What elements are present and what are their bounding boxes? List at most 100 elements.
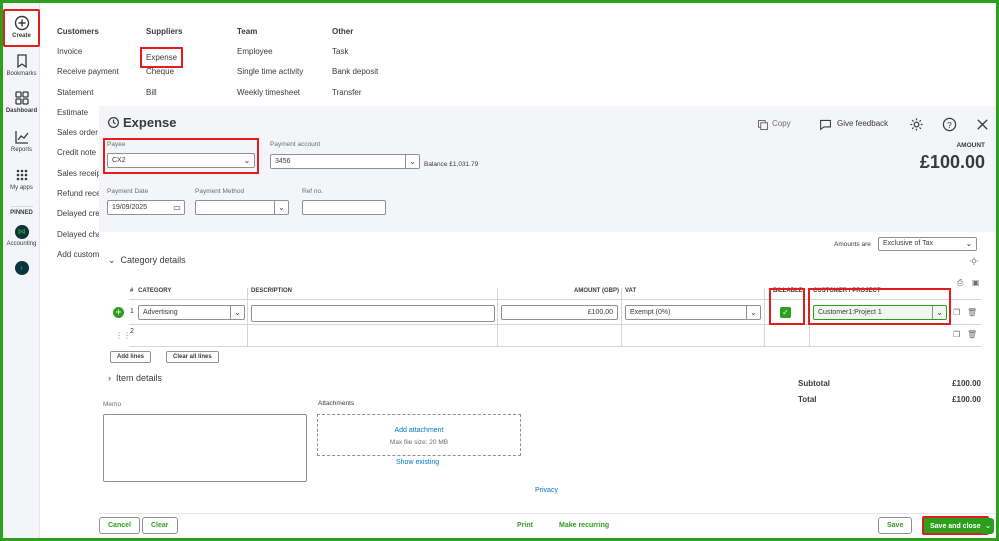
category-details-toggle[interactable]: ⌄ Category details bbox=[108, 255, 186, 266]
amount-input[interactable]: £100.00 bbox=[501, 305, 618, 320]
payment-account-label: Payment account bbox=[270, 141, 321, 148]
rail-my-apps[interactable]: My apps bbox=[3, 167, 40, 191]
rail-accounting[interactable]: ⋈ Accounting bbox=[3, 225, 40, 247]
pinned-heading: PINNED bbox=[10, 210, 33, 216]
copy-row-icon[interactable]: ❐ bbox=[953, 308, 960, 317]
col-header-vat: VAT bbox=[625, 288, 637, 294]
payment-date-label: Payment Date bbox=[107, 188, 149, 195]
table-col-rule bbox=[497, 288, 498, 346]
menu-item-single-time-activity[interactable]: Single time activity bbox=[237, 67, 303, 87]
attachment-dropzone[interactable]: Add attachment Max file size: 20 MB bbox=[317, 414, 521, 456]
menu-heading-team: Team bbox=[237, 27, 258, 36]
copy-row-icon[interactable]: ❐ bbox=[953, 330, 960, 339]
rail-bookmarks[interactable]: Bookmarks bbox=[3, 53, 40, 77]
save-and-close-button[interactable]: Save and close bbox=[922, 516, 989, 535]
table-row-rule bbox=[129, 346, 981, 347]
rail-pinned-app[interactable]: › bbox=[3, 261, 40, 275]
menu-col-other: Other Task Bank deposit Transfer bbox=[332, 27, 378, 108]
rail-dashboard[interactable]: Dashboard bbox=[3, 90, 40, 114]
amounts-are-label: Amounts are bbox=[834, 241, 871, 248]
copy-button[interactable]: Copy bbox=[772, 119, 791, 128]
give-feedback-button[interactable]: Give feedback bbox=[837, 119, 888, 128]
payment-method-field[interactable]: ⌄ bbox=[195, 200, 289, 215]
menu-item-weekly-timesheet[interactable]: Weekly timesheet bbox=[237, 88, 303, 108]
vat-value: Exempt (0%) bbox=[630, 309, 671, 316]
copy-icon[interactable] bbox=[757, 119, 769, 131]
item-details-label: Item details bbox=[116, 373, 163, 383]
attachments-label: Attachments bbox=[318, 400, 355, 407]
menu-item-cheque[interactable]: Cheque bbox=[146, 67, 183, 87]
make-recurring-button[interactable]: Make recurring bbox=[559, 522, 609, 529]
menu-item-bill[interactable]: Bill bbox=[146, 88, 183, 108]
description-input[interactable] bbox=[251, 305, 495, 322]
add-row-icon[interactable]: + bbox=[113, 307, 124, 318]
payment-account-field[interactable]: 3456 ⌄ bbox=[270, 154, 420, 169]
payment-date-value: 19/09/2025 bbox=[112, 204, 148, 211]
drag-handle-icon[interactable]: ⋮⋮ bbox=[115, 331, 131, 340]
col-header-category: CATEGORY bbox=[138, 288, 172, 294]
gear-icon[interactable] bbox=[909, 117, 924, 132]
subtotal-value: £100.00 bbox=[952, 379, 981, 388]
show-existing-link[interactable]: Show existing bbox=[396, 459, 439, 466]
history-icon[interactable] bbox=[107, 116, 120, 129]
cancel-button[interactable]: Cancel bbox=[99, 517, 140, 534]
app-icon: › bbox=[14, 261, 29, 275]
chevron-down-icon: ⌄ bbox=[230, 306, 244, 319]
calendar-icon[interactable]: ▭ bbox=[170, 201, 184, 214]
category-select[interactable]: Advertising ⌄ bbox=[138, 305, 245, 320]
vat-select[interactable]: Exempt (0%) ⌄ bbox=[625, 305, 761, 320]
clear-button[interactable]: Clear bbox=[142, 517, 178, 534]
item-details-toggle[interactable]: › Item details bbox=[108, 373, 162, 383]
plus-circle-icon bbox=[14, 15, 29, 31]
feedback-icon[interactable] bbox=[819, 118, 832, 131]
chevron-down-icon: ⌄ bbox=[108, 255, 116, 265]
payment-date-field[interactable]: 19/09/2025 ▭ bbox=[107, 200, 185, 215]
menu-item-expense[interactable]: Expense bbox=[140, 47, 184, 68]
menu-heading-customers: Customers bbox=[57, 27, 99, 36]
total-value: £100.00 bbox=[952, 395, 981, 404]
chevron-down-icon: ⌄ bbox=[274, 201, 288, 214]
subtotal-label: Subtotal bbox=[798, 379, 830, 388]
menu-item-task[interactable]: Task bbox=[332, 47, 378, 67]
col-header-num: # bbox=[130, 288, 134, 294]
ref-no-field[interactable] bbox=[302, 200, 386, 215]
bookmark-icon bbox=[16, 54, 27, 69]
save-button[interactable]: Save bbox=[878, 517, 913, 534]
help-icon[interactable]: ? bbox=[942, 117, 957, 132]
expense-footer: Cancel Clear Print Make recurring Save S… bbox=[99, 513, 997, 538]
print-icon[interactable]: ⎙ bbox=[957, 278, 963, 288]
menu-item-receive-payment[interactable]: Receive payment bbox=[57, 67, 119, 87]
table-col-rule bbox=[764, 288, 765, 346]
rail-create[interactable]: Create bbox=[3, 9, 40, 47]
menu-item-employee[interactable]: Employee bbox=[237, 47, 303, 67]
amounts-are-select[interactable]: Exclusive of Tax ⌄ bbox=[878, 237, 977, 251]
reports-icon bbox=[14, 131, 29, 144]
clear-all-lines-button[interactable]: Clear all lines bbox=[166, 351, 219, 363]
privacy-link[interactable]: Privacy bbox=[535, 487, 558, 494]
rail-divider bbox=[11, 206, 33, 207]
payment-account-value: 3456 bbox=[275, 158, 291, 165]
memo-textarea[interactable] bbox=[103, 414, 307, 482]
menu-item-invoice[interactable]: Invoice bbox=[57, 47, 119, 67]
trash-icon[interactable]: 🗑 bbox=[967, 308, 977, 317]
accounting-icon: ⋈ bbox=[14, 225, 29, 239]
amount-label: AMOUNT bbox=[956, 142, 985, 149]
rail-reports[interactable]: Reports bbox=[3, 129, 40, 153]
chevron-right-icon: › bbox=[108, 373, 111, 383]
gear-icon[interactable] bbox=[969, 256, 979, 266]
trash-icon[interactable]: 🗑 bbox=[967, 330, 977, 339]
col-header-amount: AMOUNT (GBP) bbox=[574, 288, 619, 294]
ref-no-label: Ref no. bbox=[302, 188, 323, 195]
rail-create-label: Create bbox=[12, 33, 31, 39]
menu-item-bank-deposit[interactable]: Bank deposit bbox=[332, 67, 378, 87]
rail-accounting-label: Accounting bbox=[6, 241, 37, 247]
print-button[interactable]: Print bbox=[517, 522, 533, 529]
menu-item-statement[interactable]: Statement bbox=[57, 88, 119, 108]
add-attachment-link[interactable]: Add attachment bbox=[318, 427, 520, 434]
menu-item-transfer[interactable]: Transfer bbox=[332, 88, 378, 108]
clipboard-icon[interactable]: ▣ bbox=[972, 278, 980, 287]
save-options-chevron-icon[interactable]: ⌄ bbox=[982, 518, 994, 534]
close-icon[interactable] bbox=[975, 117, 990, 132]
menu-heading-suppliers: Suppliers bbox=[146, 27, 183, 36]
add-lines-button[interactable]: Add lines bbox=[110, 351, 152, 363]
